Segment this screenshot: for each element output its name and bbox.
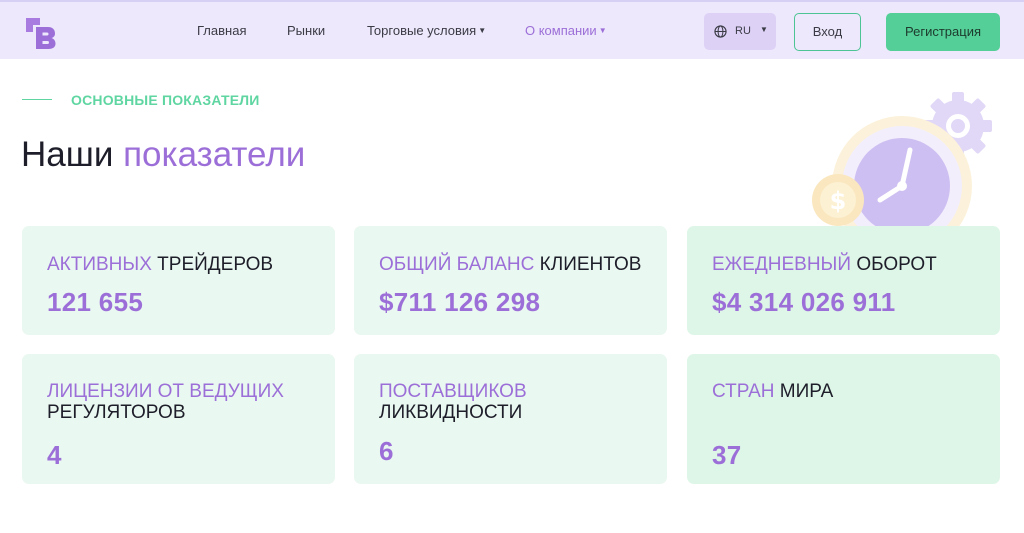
stat-label-highlight: ЕЖЕДНЕВНЫЙ [712, 254, 852, 275]
stat-label-rest: ТРЕЙДЕРОВ [157, 254, 274, 275]
chevron-down-icon: ▼ [598, 26, 607, 35]
stat-value: 37 [712, 440, 742, 470]
stat-value: 121 655 [47, 287, 144, 317]
language-selector[interactable]: RU ▼ [704, 13, 776, 50]
stat-label-rest: ЛИКВИДНОСТИ [379, 402, 523, 423]
stat-card-countries: СТРАН МИРА 37 [687, 354, 1000, 484]
nav-item-trading-conditions-label: Торговые условия [367, 23, 477, 38]
nav-item-markets[interactable]: Рынки [287, 23, 325, 38]
stat-value: $711 126 298 [379, 287, 541, 317]
chevron-down-icon: ▼ [478, 26, 487, 35]
stat-label: ОБЩИЙ БАЛАНС КЛИЕНТОВ [379, 254, 641, 275]
stat-value: 6 [379, 436, 394, 466]
eyebrow-divider [22, 99, 52, 100]
svg-text:$: $ [830, 187, 847, 215]
globe-icon [714, 25, 727, 38]
brand-logo-icon[interactable] [22, 14, 58, 50]
nav-item-about-label: О компании [525, 23, 597, 38]
stat-label: ЕЖЕДНЕВНЫЙ ОБОРОТ [712, 254, 937, 275]
stat-label-highlight: ЛИЦЕНЗИИ ОТ ВЕДУЩИХ [47, 381, 284, 402]
stat-label: ПОСТАВЩИКОВ ЛИКВИДНОСТИ [379, 381, 527, 423]
language-label: RU [735, 25, 751, 37]
page-title-accent: показатели [123, 135, 306, 174]
nav-item-about[interactable]: О компании ▼ [525, 23, 607, 38]
stat-card-daily-turnover: ЕЖЕДНЕВНЫЙ ОБОРОТ $4 314 026 911 [687, 226, 1000, 335]
page-title-plain: Наши [21, 135, 114, 174]
stat-card-active-traders: АКТИВНЫХ ТРЕЙДЕРОВ 121 655 [22, 226, 335, 335]
stat-value: $4 314 026 911 [712, 287, 896, 317]
nav-item-home-label: Главная [197, 23, 247, 38]
chevron-down-icon: ▼ [760, 25, 768, 34]
stat-value: 4 [47, 440, 62, 470]
stat-label-rest: РЕГУЛЯТОРОВ [47, 402, 186, 423]
register-button[interactable]: Регистрация [886, 13, 1000, 51]
stat-label: СТРАН МИРА [712, 381, 833, 402]
stat-label: АКТИВНЫХ ТРЕЙДЕРОВ [47, 254, 273, 275]
page-title: Наши показатели [21, 135, 305, 175]
stat-card-licenses: ЛИЦЕНЗИИ ОТ ВЕДУЩИХ РЕГУЛЯТОРОВ 4 [22, 354, 335, 484]
section-eyebrow: ОСНОВНЫЕ ПОКАЗАТЕЛИ [71, 92, 260, 108]
login-button[interactable]: Вход [794, 13, 861, 51]
stat-label-highlight: АКТИВНЫХ [47, 254, 152, 275]
stat-label-rest: ОБОРОТ [856, 254, 937, 275]
stat-label: ЛИЦЕНЗИИ ОТ ВЕДУЩИХ РЕГУЛЯТОРОВ [47, 381, 317, 423]
nav-item-home[interactable]: Главная [197, 23, 246, 38]
stat-label-rest: КЛИЕНТОВ [539, 254, 642, 275]
nav-item-markets-label: Рынки [287, 23, 326, 38]
stat-card-total-balance: ОБЩИЙ БАЛАНС КЛИЕНТОВ $711 126 298 [354, 226, 667, 335]
stat-label-highlight: ОБЩИЙ БАЛАНС [379, 254, 535, 275]
stat-label-highlight: СТРАН [712, 381, 775, 402]
nav-item-trading-conditions[interactable]: Торговые условия ▼ [367, 23, 486, 38]
stat-label-rest: МИРА [779, 381, 834, 402]
site-header: Главная Рынки Торговые условия ▼ О компан… [0, 0, 1024, 59]
stat-label-highlight: ПОСТАВЩИКОВ [379, 381, 527, 402]
stat-card-liquidity-providers: ПОСТАВЩИКОВ ЛИКВИДНОСТИ 6 [354, 354, 667, 484]
